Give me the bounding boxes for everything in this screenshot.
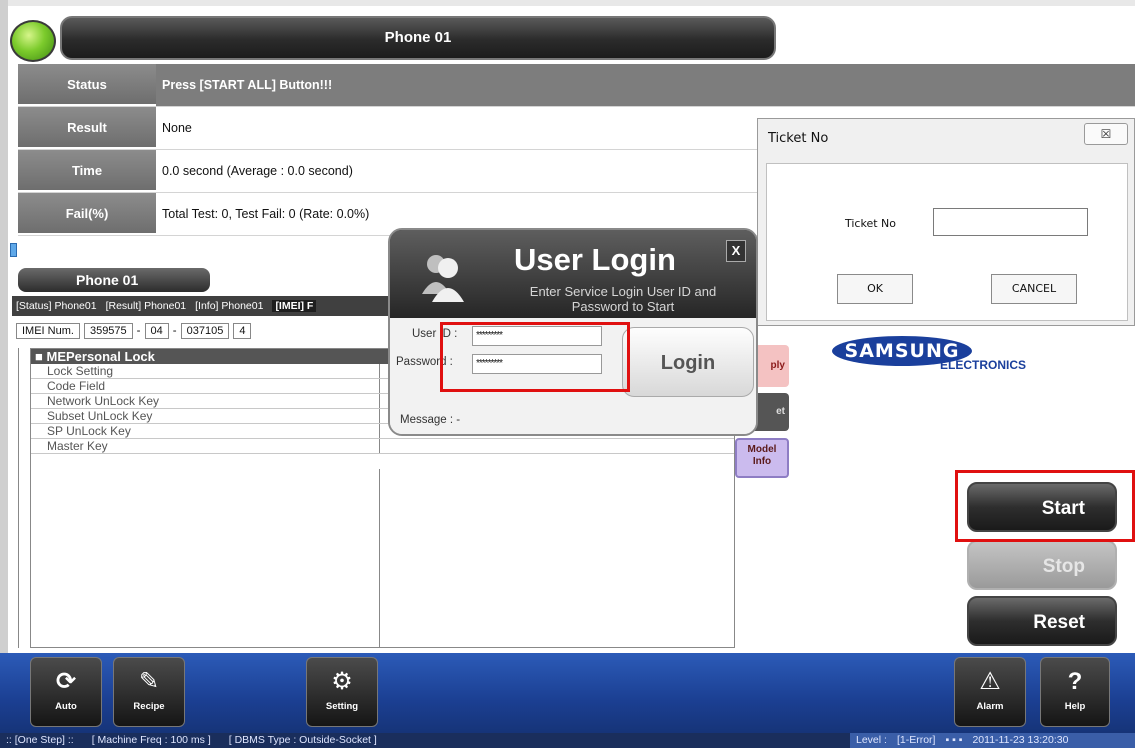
samsung-logo: SAMSUNG ELECTRONICS bbox=[832, 336, 1052, 381]
setting-button[interactable]: ⚙ Setting bbox=[306, 657, 378, 727]
imei-label: IMEI Num. bbox=[16, 323, 80, 339]
cancel-button[interactable]: CANCEL bbox=[991, 274, 1077, 304]
grid-column-divider bbox=[379, 469, 380, 647]
login-message: Message : - bbox=[400, 414, 461, 426]
login-header: User Login Enter Service Login User ID a… bbox=[390, 230, 756, 318]
ticket-dialog: Ticket No ☒ Ticket No OK CANCEL bbox=[757, 118, 1135, 326]
subtab-result[interactable]: [Result] Phone01 bbox=[106, 300, 187, 312]
stop-button[interactable]: Stop bbox=[967, 540, 1117, 590]
grid-key: Master Key bbox=[31, 439, 380, 453]
ok-button[interactable]: OK bbox=[837, 274, 913, 304]
info-label: Fail(%) bbox=[18, 193, 156, 235]
imei-separator: - bbox=[136, 325, 141, 337]
datetime-text: 2011-11-23 13:20:30 bbox=[972, 734, 1069, 746]
grid-category-label: MEPersonal Lock bbox=[46, 349, 155, 364]
alarm-label: Alarm bbox=[976, 701, 1004, 712]
status-value: Press [START ALL] Button!!! bbox=[156, 64, 1135, 106]
gear-icon: ⚙ bbox=[331, 668, 353, 695]
subtab-bar: [Status] Phone01 [Result] Phone01 [Info]… bbox=[12, 296, 412, 316]
imei-row: IMEI Num. 359575 - 04 - 037105 4 bbox=[16, 320, 252, 342]
info-label: Time bbox=[18, 150, 156, 192]
auto-button[interactable]: ⟳ Auto bbox=[30, 657, 102, 727]
grid-key: SP UnLock Key bbox=[31, 424, 380, 438]
machine-freq-text: [ Machine Freq : 100 ms ] bbox=[91, 734, 211, 746]
grid-key: Lock Setting bbox=[31, 364, 380, 378]
warning-icon: ⚠ bbox=[979, 668, 1001, 695]
top-strip bbox=[0, 0, 1135, 6]
ticket-no-label: Ticket No bbox=[845, 217, 896, 230]
subtab-status[interactable]: [Status] Phone01 bbox=[16, 300, 97, 312]
model-info-line2: Info bbox=[752, 456, 772, 467]
grid-left-border bbox=[18, 348, 30, 648]
brand-sub: ELECTRONICS bbox=[940, 358, 1027, 372]
recipe-icon: ✎ bbox=[138, 668, 160, 695]
ticket-no-input[interactable] bbox=[933, 208, 1088, 236]
info-row-status: Status Press [START ALL] Button!!! bbox=[18, 64, 1135, 107]
status-bar: :: [One Step] :: [ Machine Freq : 100 ms… bbox=[0, 733, 1135, 748]
subtab-info[interactable]: [Info] Phone01 bbox=[195, 300, 263, 312]
grid-key: Network UnLock Key bbox=[31, 394, 380, 408]
setting-label: Setting bbox=[325, 701, 359, 712]
ticket-dialog-title: Ticket No bbox=[768, 131, 829, 146]
login-subtitle: Enter Service Login User ID and Password… bbox=[529, 284, 717, 314]
refresh-icon: ⟳ bbox=[55, 668, 77, 695]
model-info-line1: Model bbox=[747, 444, 777, 455]
subtab-imei[interactable]: [IMEI] F bbox=[272, 300, 317, 312]
phone-title-bar: Phone 01 bbox=[60, 16, 776, 60]
tray-icons: ▪ ▪ ▪ bbox=[945, 734, 963, 746]
imei-part4-field[interactable]: 4 bbox=[233, 323, 252, 339]
help-button[interactable]: ? Help bbox=[1040, 657, 1110, 727]
help-label: Help bbox=[1064, 701, 1086, 712]
grid-key: Subset UnLock Key bbox=[31, 409, 380, 423]
ticket-dialog-body: Ticket No OK CANCEL bbox=[766, 163, 1128, 321]
progress-indicator bbox=[10, 243, 17, 257]
info-label: Result bbox=[18, 107, 156, 149]
start-highlight-box bbox=[955, 470, 1135, 542]
login-highlight-box bbox=[440, 322, 630, 392]
help-icon: ? bbox=[1067, 668, 1083, 695]
grid-value[interactable] bbox=[380, 439, 734, 453]
collapse-icon[interactable]: ■ bbox=[35, 349, 43, 364]
login-title: User Login bbox=[514, 242, 676, 277]
imei-part1-field[interactable]: 359575 bbox=[83, 323, 133, 339]
user-icon bbox=[422, 255, 464, 302]
dbms-type-text: [ DBMS Type : Outside-Socket ] bbox=[228, 734, 377, 746]
phone-tab[interactable]: Phone 01 bbox=[18, 268, 210, 292]
close-button[interactable]: ☒ bbox=[1084, 123, 1128, 145]
level-text: Level : bbox=[856, 734, 887, 746]
auto-label: Auto bbox=[55, 701, 77, 712]
imei-part3-field[interactable]: 037105 bbox=[180, 323, 230, 339]
imei-part2-field[interactable]: 04 bbox=[144, 323, 169, 339]
alarm-button[interactable]: ⚠ Alarm bbox=[954, 657, 1026, 727]
status-bar-right: Level : [1-Error] ▪ ▪ ▪ 2011-11-23 13:20… bbox=[850, 733, 1135, 748]
grid-key: Code Field bbox=[31, 379, 380, 393]
info-label: Status bbox=[18, 64, 156, 106]
close-button[interactable]: X bbox=[726, 240, 746, 262]
model-info-button[interactable]: Model Info bbox=[735, 438, 789, 478]
recipe-button[interactable]: ✎ Recipe bbox=[113, 657, 185, 727]
reset-button[interactable]: Reset bbox=[967, 596, 1117, 646]
grid-row[interactable]: Master Key bbox=[31, 439, 734, 454]
login-button[interactable]: Login bbox=[622, 327, 754, 397]
left-edge bbox=[0, 0, 8, 748]
recipe-label: Recipe bbox=[133, 701, 165, 712]
imei-separator: - bbox=[172, 325, 177, 337]
bottom-toolbar: ⟳ Auto ✎ Recipe ⚙ Setting ⚠ Alarm ? Help bbox=[0, 653, 1135, 733]
error-text: [1-Error] bbox=[896, 734, 936, 746]
status-light-icon bbox=[10, 20, 56, 62]
one-step-text: :: [One Step] :: bbox=[6, 734, 74, 746]
